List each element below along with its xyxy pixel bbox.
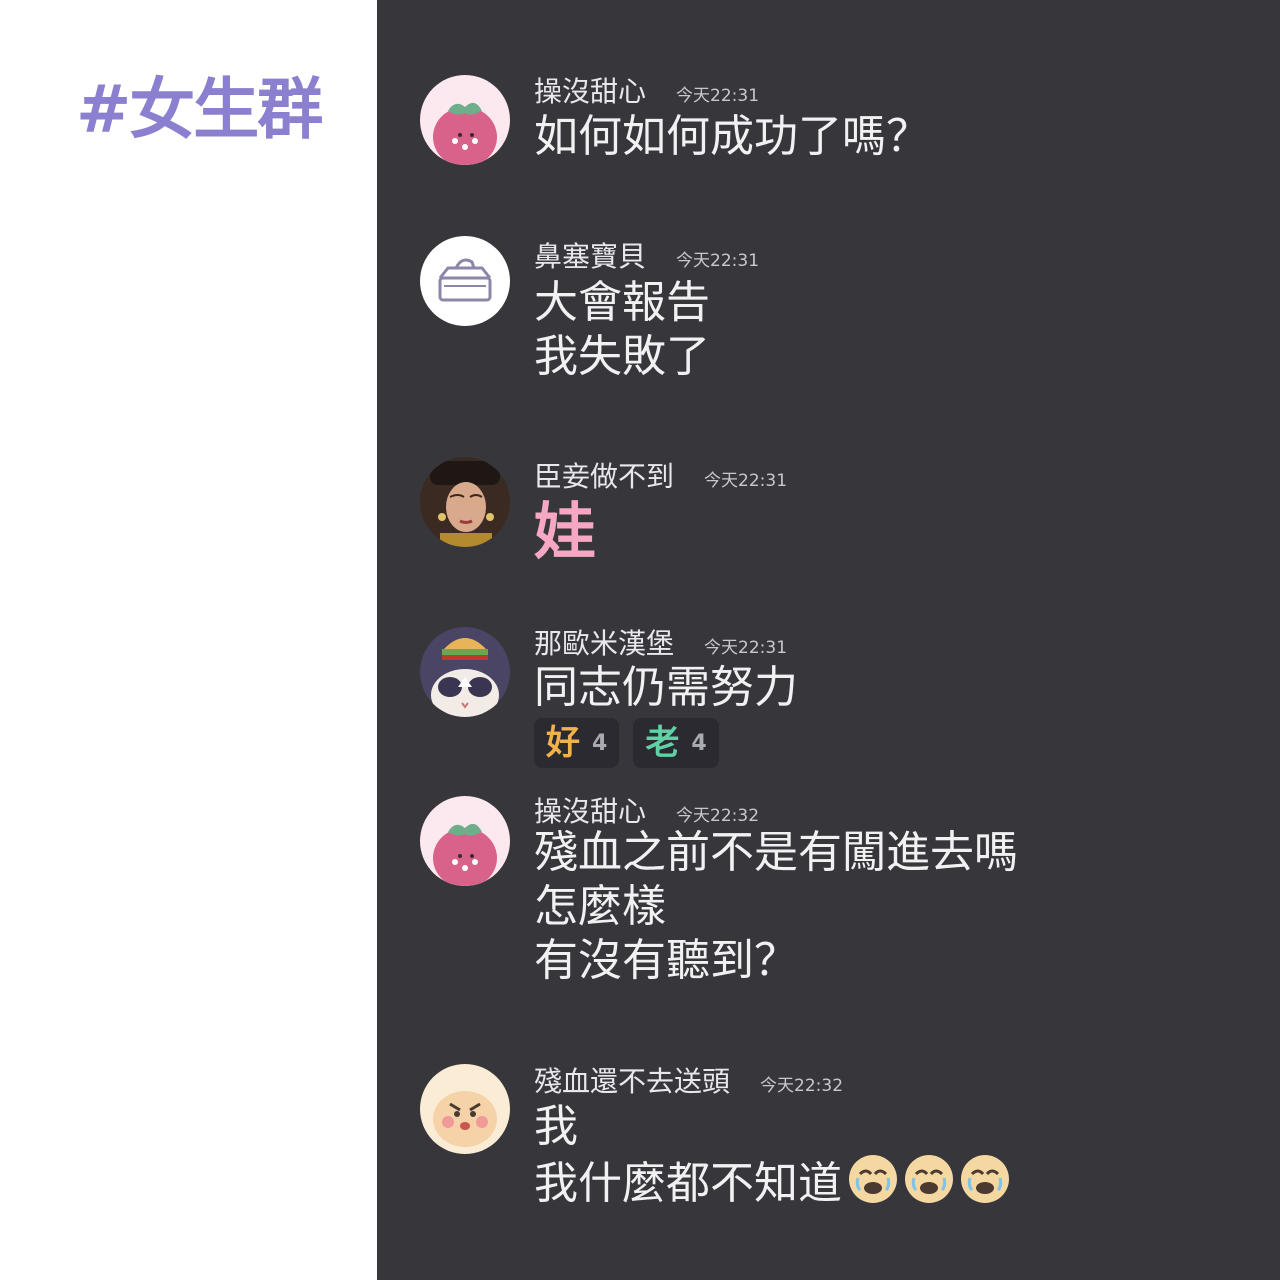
timestamp: 今天22:31 [704, 471, 788, 491]
angry-bun-icon [420, 1064, 510, 1154]
username[interactable]: 操沒甜心 [534, 790, 646, 830]
message-meta: 操沒甜心 今天22:32 [534, 790, 759, 830]
message-meta: 操沒甜心 今天22:31 [534, 70, 759, 110]
crying-face-emoji-icon [960, 1154, 1010, 1204]
message-body: 大會報告 我失敗了 [534, 276, 710, 384]
reaction-bar: 好 4 老 4 [534, 718, 719, 768]
empress-portrait-avatar[interactable] [420, 457, 510, 547]
timestamp: 今天22:31 [676, 86, 760, 106]
message-meta: 鼻塞寶貝 今天22:31 [534, 235, 759, 275]
strawberry-avatar[interactable] [420, 75, 510, 165]
message-meta: 那歐米漢堡 今天22:31 [534, 622, 787, 662]
message-body: 同志仍需努力 [534, 661, 798, 715]
crying-face-emoji-icon [904, 1154, 954, 1204]
big-emoji-text: 娃 [534, 495, 597, 568]
chat-panel: 操沒甜心 今天22:31 如何如何成功了嗎？ 鼻塞寶貝 今天22:31 大會報告… [377, 0, 1280, 1280]
portrait-icon [420, 457, 510, 547]
message-text: 我什麼都不知道 [534, 1158, 842, 1209]
timestamp: 今天22:31 [704, 638, 788, 658]
strawberry-icon [420, 796, 510, 886]
timestamp: 今天22:32 [676, 806, 760, 826]
username[interactable]: 鼻塞寶貝 [534, 235, 646, 275]
username[interactable]: 操沒甜心 [534, 70, 646, 110]
message-body: 殘血之前不是有闖進去嗎 怎麼樣 有沒有聽到？ [534, 826, 1018, 988]
message-line: 有沒有聽到？ [534, 935, 798, 986]
message-line: 殘血之前不是有闖進去嗎 [534, 827, 1018, 878]
message-meta: 臣妾做不到 今天22:31 [534, 455, 787, 495]
message-line: 如何如何成功了嗎？ [534, 111, 930, 162]
left-panel: #女生群 [0, 0, 377, 1280]
message-line: 我失敗了 [534, 331, 710, 382]
reaction-count: 4 [592, 730, 608, 756]
message-body: 如何如何成功了嗎？ [534, 110, 930, 164]
message-line: 大會報告 [534, 277, 710, 328]
tissue-box-avatar[interactable] [420, 236, 510, 326]
message-line: 怎麼樣 [534, 881, 666, 932]
reaction-glyph: 好 [546, 723, 580, 763]
reaction-chip-good[interactable]: 好 4 [534, 718, 620, 768]
crying-face-emoji-icon [848, 1154, 898, 1204]
username[interactable]: 殘血還不去送頭 [534, 1060, 730, 1100]
reaction-glyph: 老 [645, 723, 680, 763]
reaction-count: 4 [691, 730, 707, 756]
username[interactable]: 那歐米漢堡 [534, 622, 674, 662]
message-line: 我 [534, 1101, 578, 1152]
burger-cat-avatar[interactable] [420, 627, 510, 717]
timestamp: 今天22:31 [676, 251, 760, 271]
message-body: 我 我什麼都不知道 [534, 1100, 1010, 1211]
message-line: 我什麼都不知道 [534, 1154, 1010, 1211]
reaction-chip-old[interactable]: 老 4 [633, 718, 719, 768]
hashtag-title: #女生群 [76, 71, 323, 148]
message-line: 同志仍需努力 [534, 662, 798, 713]
strawberry-icon [420, 75, 510, 165]
timestamp: 今天22:32 [760, 1076, 844, 1096]
message-body: 娃 [534, 497, 596, 567]
strawberry-avatar[interactable] [420, 796, 510, 886]
angry-bun-avatar[interactable] [420, 1064, 510, 1154]
tissue-box-icon [420, 236, 510, 326]
burger-cat-icon [420, 627, 510, 717]
message-meta: 殘血還不去送頭 今天22:32 [534, 1060, 843, 1100]
username[interactable]: 臣妾做不到 [534, 455, 674, 495]
